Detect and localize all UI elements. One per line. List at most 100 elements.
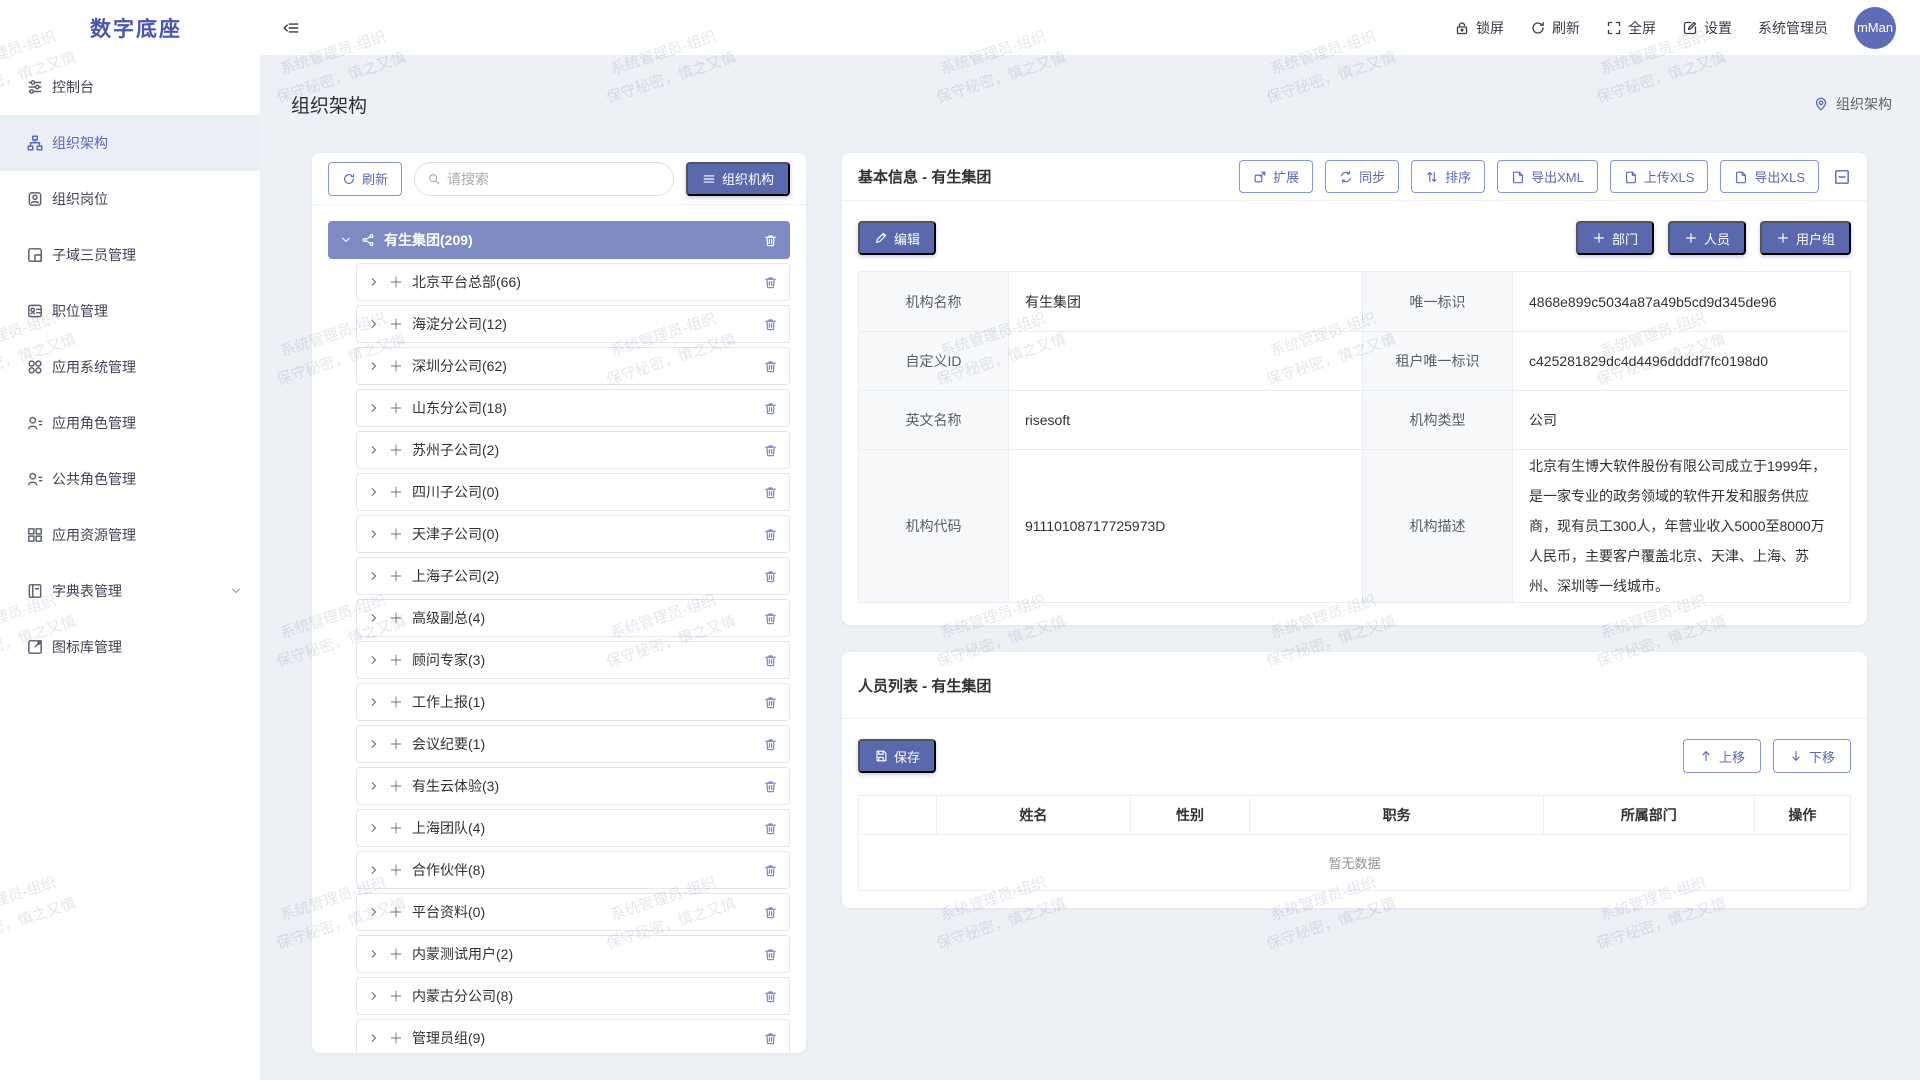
lock-screen-button[interactable]: 锁屏: [1454, 18, 1504, 38]
action-button[interactable]: 上传XLS: [1610, 160, 1709, 193]
add-button[interactable]: 人员: [1668, 221, 1746, 255]
tree-node[interactable]: 北京平台总部(66): [356, 263, 790, 301]
trash-icon[interactable]: [763, 695, 778, 710]
tree-node[interactable]: 苏州子公司(2): [356, 431, 790, 469]
sidebar-item[interactable]: 组织岗位: [0, 171, 260, 227]
sidebar-item[interactable]: 控制台: [0, 59, 260, 115]
tree-node[interactable]: 有生云体验(3): [356, 767, 790, 805]
tree-node[interactable]: 管理员组(9): [356, 1019, 790, 1053]
refresh-icon: [1530, 20, 1546, 36]
edit-button[interactable]: 编辑: [858, 221, 936, 255]
tree-node[interactable]: 工作上报(1): [356, 683, 790, 721]
sidebar-item[interactable]: 图标库管理: [0, 619, 260, 675]
tree-node[interactable]: 合作伙伴(8): [356, 851, 790, 889]
chevron-right-icon[interactable]: [368, 990, 380, 1002]
trash-icon[interactable]: [763, 611, 778, 626]
trash-icon[interactable]: [763, 275, 778, 290]
trash-icon[interactable]: [763, 905, 778, 920]
tree-refresh-button[interactable]: 刷新: [328, 162, 402, 196]
org-node-icon: [389, 779, 403, 793]
tree-node[interactable]: 会议纪要(1): [356, 725, 790, 763]
avatar[interactable]: mMan: [1854, 7, 1896, 49]
sidebar-item[interactable]: 应用资源管理: [0, 507, 260, 563]
action-button[interactable]: 排序: [1411, 160, 1485, 193]
trash-icon[interactable]: [763, 233, 778, 248]
trash-icon[interactable]: [763, 317, 778, 332]
chevron-right-icon[interactable]: [368, 570, 380, 582]
trash-icon[interactable]: [763, 443, 778, 458]
org-structure-button[interactable]: 组织机构: [686, 162, 790, 196]
save-button[interactable]: 保存: [858, 739, 936, 773]
trash-icon[interactable]: [763, 485, 778, 500]
chevron-right-icon[interactable]: [368, 318, 380, 330]
chevron-right-icon[interactable]: [368, 822, 380, 834]
sidebar-item[interactable]: 职位管理: [0, 283, 260, 339]
sidebar-item[interactable]: 子域三员管理: [0, 227, 260, 283]
chevron-right-icon[interactable]: [368, 906, 380, 918]
trash-icon[interactable]: [763, 821, 778, 836]
fullscreen-button[interactable]: 全屏: [1606, 18, 1656, 38]
settings-button[interactable]: 设置: [1682, 18, 1732, 38]
add-button[interactable]: 用户组: [1760, 221, 1851, 255]
action-button[interactable]: 同步: [1325, 160, 1399, 193]
chevron-right-icon[interactable]: [368, 402, 380, 414]
trash-icon[interactable]: [763, 947, 778, 962]
move-up-label: 上移: [1719, 747, 1745, 766]
trash-icon[interactable]: [763, 527, 778, 542]
chevron-right-icon[interactable]: [368, 654, 380, 666]
trash-icon[interactable]: [763, 401, 778, 416]
trash-icon[interactable]: [763, 863, 778, 878]
chevron-right-icon[interactable]: [368, 360, 380, 372]
tree-node[interactable]: 深圳分公司(62): [356, 347, 790, 385]
sidebar-item[interactable]: 组织架构: [0, 115, 260, 171]
menu-fold-icon[interactable]: [282, 19, 300, 37]
add-button[interactable]: 部门: [1576, 221, 1654, 255]
chevron-right-icon[interactable]: [368, 486, 380, 498]
chevron-right-icon[interactable]: [368, 864, 380, 876]
chevron-right-icon[interactable]: [368, 528, 380, 540]
tree-node[interactable]: 高级副总(4): [356, 599, 790, 637]
tree-node[interactable]: 上海团队(4): [356, 809, 790, 847]
chevron-right-icon[interactable]: [368, 444, 380, 456]
trash-icon[interactable]: [763, 737, 778, 752]
search-icon: [427, 172, 441, 186]
tree-node-label: 平台资料(0): [412, 902, 485, 922]
refresh-button[interactable]: 刷新: [1530, 18, 1580, 38]
tree-root-node[interactable]: 有生集团(209): [328, 221, 790, 259]
trash-icon[interactable]: [763, 653, 778, 668]
tree-node[interactable]: 山东分公司(18): [356, 389, 790, 427]
chevron-right-icon[interactable]: [368, 612, 380, 624]
tree-search-input[interactable]: [447, 171, 661, 187]
trash-icon[interactable]: [763, 779, 778, 794]
move-down-button[interactable]: 下移: [1773, 739, 1851, 773]
sidebar-item[interactable]: 公共角色管理: [0, 451, 260, 507]
sidebar-item[interactable]: 应用角色管理: [0, 395, 260, 451]
action-button[interactable]: 导出XML: [1497, 160, 1598, 193]
trash-icon[interactable]: [763, 1031, 778, 1046]
action-button[interactable]: 导出XLS: [1720, 160, 1819, 193]
tree-node[interactable]: 内蒙测试用户(2): [356, 935, 790, 973]
trash-icon[interactable]: [763, 569, 778, 584]
chevron-right-icon[interactable]: [368, 948, 380, 960]
chevron-right-icon[interactable]: [368, 696, 380, 708]
action-button[interactable]: 扩展: [1239, 160, 1313, 193]
tree-node[interactable]: 上海子公司(2): [356, 557, 790, 595]
tree-node[interactable]: 顾问专家(3): [356, 641, 790, 679]
trash-icon[interactable]: [763, 359, 778, 374]
tree-node[interactable]: 天津子公司(0): [356, 515, 790, 553]
collapse-panel-icon[interactable]: [1833, 168, 1851, 186]
chevron-right-icon[interactable]: [368, 1032, 380, 1044]
trash-icon[interactable]: [763, 989, 778, 1004]
chevron-right-icon[interactable]: [368, 780, 380, 792]
tree-node[interactable]: 内蒙古分公司(8): [356, 977, 790, 1015]
chevron-down-icon[interactable]: [340, 234, 352, 246]
chevron-right-icon[interactable]: [368, 738, 380, 750]
tree-node[interactable]: 海淀分公司(12): [356, 305, 790, 343]
chevron-right-icon[interactable]: [368, 276, 380, 288]
tree-node[interactable]: 平台资料(0): [356, 893, 790, 931]
sidebar-item[interactable]: 应用系统管理: [0, 339, 260, 395]
current-user[interactable]: 系统管理员: [1758, 18, 1828, 38]
move-up-button[interactable]: 上移: [1683, 739, 1761, 773]
sidebar-item[interactable]: 字典表管理: [0, 563, 260, 619]
tree-node[interactable]: 四川子公司(0): [356, 473, 790, 511]
